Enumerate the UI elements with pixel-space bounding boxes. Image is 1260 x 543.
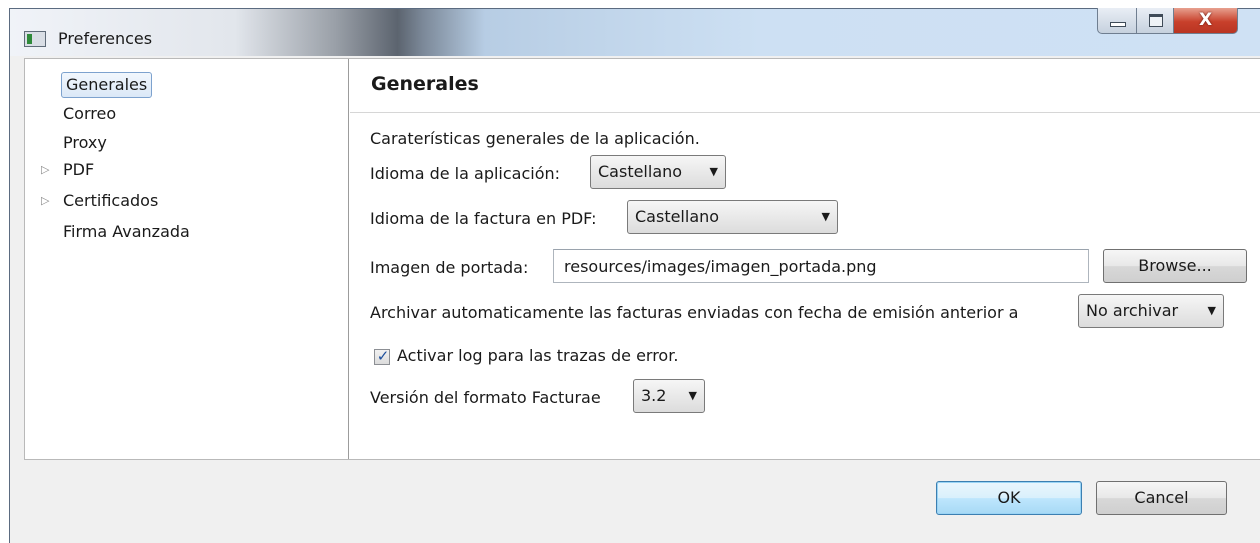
nav-item-label: Firma Avanzada	[63, 222, 190, 241]
nav-item-generales[interactable]: Generales	[61, 72, 153, 98]
pdf-language-select[interactable]: Castellano ▼	[627, 200, 838, 234]
archive-select[interactable]: No archivar ▼	[1078, 294, 1224, 328]
maximize-icon	[1149, 14, 1163, 27]
chevron-down-icon: ▼	[821, 210, 830, 223]
archive-label: Archivar automaticamente las facturas en…	[370, 303, 1019, 322]
nav-item-firma-avanzada[interactable]: Firma Avanzada	[63, 219, 190, 245]
cover-image-input[interactable]	[554, 250, 1088, 282]
minimize-icon	[1110, 22, 1126, 27]
app-icon	[24, 31, 46, 47]
panel-description: Caraterísticas generales de la aplicació…	[370, 129, 700, 148]
archive-value: No archivar	[1086, 301, 1179, 320]
panel-title: Generales	[371, 73, 479, 95]
app-language-label: Idioma de la aplicación:	[370, 164, 561, 183]
chevron-down-icon: ▼	[688, 389, 697, 402]
minimize-button[interactable]	[1097, 8, 1137, 34]
title-bar[interactable]: Preferences X	[10, 8, 1260, 56]
pdf-language-label: Idioma de la factura en PDF:	[370, 209, 597, 228]
format-version-select[interactable]: 3.2 ▼	[633, 379, 705, 413]
title-divider	[350, 112, 1260, 113]
chevron-down-icon: ▼	[1207, 304, 1216, 317]
chevron-down-icon: ▼	[709, 165, 718, 178]
nav-item-proxy[interactable]: Proxy	[63, 130, 107, 156]
browse-button[interactable]: Browse...	[1103, 249, 1247, 283]
close-button[interactable]: X	[1173, 8, 1238, 34]
dialog-footer: OK Cancel	[10, 461, 1260, 543]
nav-item-correo[interactable]: Correo	[63, 101, 116, 127]
nav-item-label: Generales	[66, 75, 148, 94]
nav-item-label: Proxy	[63, 133, 107, 152]
log-checkbox-label[interactable]: Activar log para las trazas de error.	[397, 346, 678, 365]
app-language-select[interactable]: Castellano ▼	[590, 155, 726, 189]
cover-image-label: Imagen de portada:	[370, 258, 529, 277]
expand-arrow-icon[interactable]: ▷	[41, 188, 49, 214]
checkmark-icon: ✓	[376, 347, 390, 365]
settings-panel: Generales Caraterísticas generales de la…	[350, 59, 1260, 459]
log-checkbox[interactable]: ✓	[374, 347, 390, 365]
app-language-value: Castellano	[598, 162, 683, 181]
pdf-language-value: Castellano	[635, 207, 720, 226]
content-area: Generales Correo Proxy ▷ PDF ▷ Certificado…	[24, 58, 1260, 460]
nav-item-label: Correo	[63, 104, 117, 123]
expand-arrow-icon[interactable]: ▷	[41, 157, 49, 183]
nav-item-label: PDF	[63, 160, 95, 179]
preferences-nav-tree: Generales Correo Proxy ▷ PDF ▷ Certificado…	[25, 59, 349, 459]
format-version-label: Versión del formato Facturae	[370, 388, 601, 407]
cancel-button[interactable]: Cancel	[1096, 481, 1227, 515]
maximize-button[interactable]	[1136, 8, 1174, 34]
nav-item-certificados[interactable]: ▷ Certificados	[41, 188, 159, 214]
cover-image-field[interactable]	[553, 249, 1089, 283]
close-icon: X	[1198, 10, 1213, 30]
nav-item-label: Certificados	[63, 191, 159, 210]
nav-item-pdf[interactable]: ▷ PDF	[41, 157, 95, 183]
ok-button[interactable]: OK	[936, 481, 1082, 515]
preferences-window: Preferences X Generales Correo Proxy ▷ PD…	[9, 8, 1260, 543]
format-version-value: 3.2	[641, 386, 667, 405]
window-title: Preferences	[58, 29, 153, 48]
